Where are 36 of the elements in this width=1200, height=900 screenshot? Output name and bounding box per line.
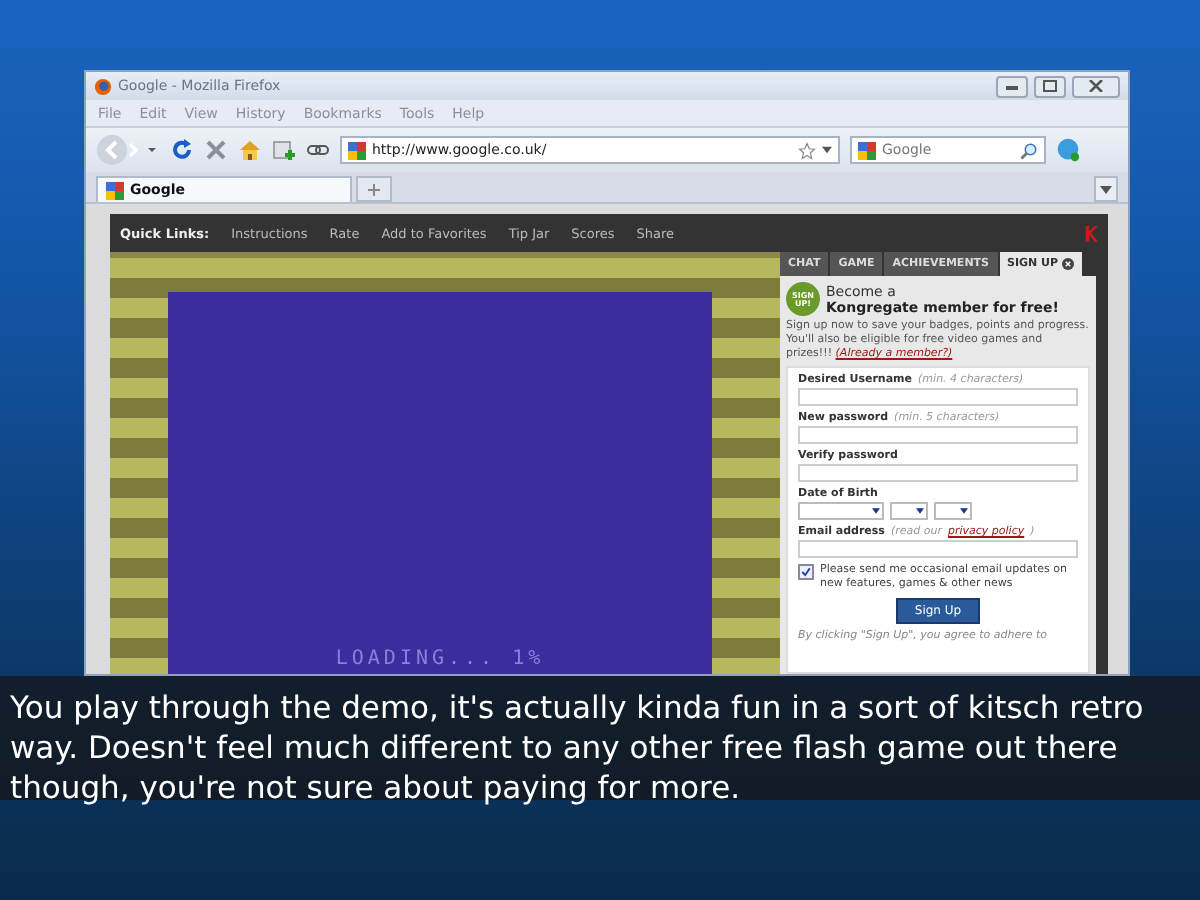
loading-text: LOADING... 1% (335, 648, 545, 674)
caret-icon (916, 508, 924, 515)
close-icon[interactable] (1062, 258, 1075, 270)
close-button[interactable] (1072, 75, 1120, 97)
logo-icon (1084, 224, 1098, 242)
checkbox[interactable] (798, 564, 814, 581)
home-icon[interactable] (238, 138, 262, 162)
input-field[interactable] (798, 426, 1078, 445)
caret-icon (872, 508, 880, 515)
minimize-icon (1004, 80, 1020, 92)
maximize-icon (1042, 80, 1058, 92)
tab-list-button[interactable] (1094, 176, 1118, 202)
reload-icon[interactable] (170, 138, 194, 162)
favicon-icon (858, 141, 876, 159)
dropdown[interactable] (890, 502, 928, 521)
plus-icon (368, 183, 380, 195)
caret-icon (960, 508, 968, 515)
bookmark-add-icon[interactable] (272, 138, 296, 162)
check-icon (800, 566, 812, 579)
input-field[interactable] (798, 388, 1078, 407)
close-icon (1088, 80, 1104, 92)
star-icon[interactable] (798, 141, 816, 159)
stop-icon[interactable] (204, 138, 228, 162)
search-icon[interactable] (1020, 141, 1038, 159)
input-field[interactable] (798, 540, 1078, 559)
caret-icon (1100, 185, 1112, 193)
maximize-button[interactable] (1034, 75, 1066, 97)
favicon-icon (106, 181, 124, 199)
caret-icon[interactable] (822, 146, 832, 154)
dropdown[interactable] (934, 502, 972, 521)
new-tab-button[interactable] (356, 176, 392, 202)
caption-text: You play through the demo, it's actually kinda fun in a sort of kitsch retro way. Doesn't feel much different to any other free flash game out there though, you're not sure about paying for more. (10, 688, 1146, 808)
favicon-icon (348, 141, 366, 159)
input-field[interactable] (798, 464, 1078, 483)
minimize-button[interactable] (996, 75, 1028, 97)
globe-icon (94, 77, 112, 95)
